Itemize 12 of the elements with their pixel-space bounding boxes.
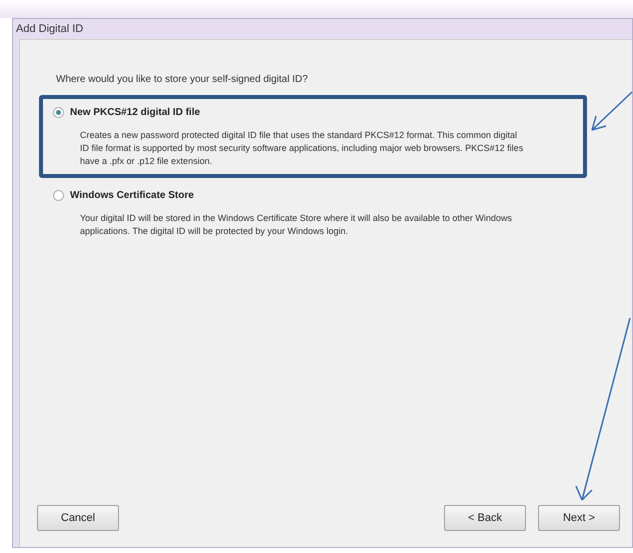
next-button[interactable]: Next > [538,505,620,531]
radio-button[interactable] [53,107,64,118]
radio-button[interactable] [53,190,64,201]
option-description: Creates a new password protected digital ID file that uses the standard PKCS#12 format. This common digital ID file format is supported by most security software applications, including major web browsers. PKCS#12 files have a .pfx or .p12 file extension. [80,129,524,168]
annotation-arrow [591,91,633,131]
back-button[interactable]: < Back [444,505,526,531]
option-label[interactable]: Windows Certificate Store [70,188,194,203]
cancel-button[interactable]: Cancel [37,505,119,531]
option-description: Your digital ID will be stored in the Windows Certificate Store where it will also be available to other Windows applications. The digital ID will be protected by your Windows login. [80,212,513,238]
window-title: Add Digital ID [16,22,84,37]
question-text: Where would you like to store your self-signed digital ID? [56,73,309,87]
option-label[interactable]: New PKCS#12 digital ID file [70,105,200,120]
